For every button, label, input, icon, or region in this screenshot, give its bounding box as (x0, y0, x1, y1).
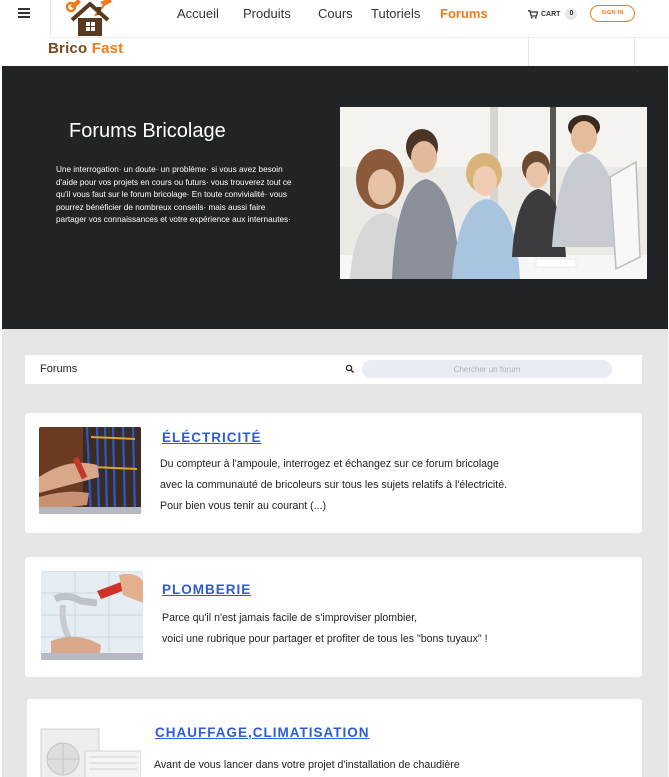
sign-in-button[interactable]: SIGN IN (590, 5, 635, 22)
forum-desc-line: Parce qu'il n'est jamais facile de s'imp… (162, 612, 418, 624)
site-header: Brico Fast Accueil Produits Cours Tutori… (0, 0, 669, 66)
nav-item-cours[interactable]: Cours (318, 6, 353, 21)
nav-item-forums[interactable]: Forums (440, 6, 488, 21)
hero-text-line: qu'il vous faut sur le forum bricolage· … (56, 190, 287, 200)
chauffage-thumbnail (39, 727, 141, 777)
cart-label: CART (541, 10, 561, 18)
hero-description: Une interrogation· un doute· un problème… (56, 164, 312, 227)
hero-text-line: d'aide pour vos projets en cours ou futu… (56, 177, 292, 187)
brand-name-part1: Brico (48, 40, 88, 57)
cart-icon (528, 9, 538, 19)
forum-title-electricite[interactable]: ÉLÉCTRICITÉ (162, 430, 262, 445)
forum-desc-line: Du compteur à l'ampoule, interrogez et é… (160, 458, 499, 470)
nav-item-produits[interactable]: Produits (243, 6, 291, 21)
brand-logo[interactable]: Brico Fast (46, 0, 146, 60)
forums-heading: Forums (40, 363, 78, 375)
hero-text-line: pourrez bénéficier de nombreux conseils·… (56, 202, 266, 212)
forums-section: Forums ÉLÉCTRICITÉ Du compteur à l'ampou… (2, 329, 668, 777)
cart-button[interactable]: CART 0 (528, 8, 578, 20)
header-divider (528, 37, 529, 66)
forum-title-chauffage[interactable]: CHAUFFAGE,CLIMATISATION (155, 725, 370, 740)
forum-desc-line: avec la communauté de bricoleurs sur tou… (160, 479, 508, 491)
header-divider (634, 37, 635, 66)
cart-count-badge: 0 (565, 8, 578, 20)
hero-title: Forums Bricolage (69, 120, 226, 142)
forum-title-plomberie[interactable]: PLOMBERIE (162, 582, 251, 597)
forum-desc-line: Avant de vous lancer dans votre projet d… (154, 759, 460, 771)
house-tools-logo-icon (65, 0, 112, 36)
nav-item-tutoriels[interactable]: Tutoriels (371, 6, 420, 21)
hero-text-line: Une interrogation· un doute· un problème… (56, 165, 283, 174)
forum-card-chauffage[interactable]: CHAUFFAGE,CLIMATISATION Avant de vous la… (27, 699, 642, 777)
hero-text-line: partager vos connaissances et votre expé… (56, 215, 291, 225)
forum-desc-line: Pour bien vous tenir au courant (...) (160, 500, 327, 512)
forum-search-bar: Forums (25, 355, 642, 384)
forum-desc-line: voici une rubrique pour partager et prof… (162, 633, 488, 645)
brand-name: Brico Fast (48, 40, 123, 57)
nav-item-accueil[interactable]: Accueil (177, 6, 219, 21)
hero-section: Forums Bricolage Une interrogation· un d… (2, 66, 668, 329)
forum-search-input[interactable] (362, 360, 612, 378)
hero-image (340, 107, 647, 279)
plomberie-thumbnail (41, 571, 143, 660)
search-icon[interactable] (345, 364, 355, 374)
brand-name-part2: Fast (91, 40, 124, 57)
forum-card-electricite[interactable]: ÉLÉCTRICITÉ Du compteur à l'ampoule, int… (25, 413, 642, 533)
electricite-thumbnail (39, 427, 141, 514)
menu-icon[interactable] (18, 8, 30, 18)
forum-card-plomberie[interactable]: PLOMBERIE Parce qu'il n'est jamais facil… (25, 557, 642, 677)
